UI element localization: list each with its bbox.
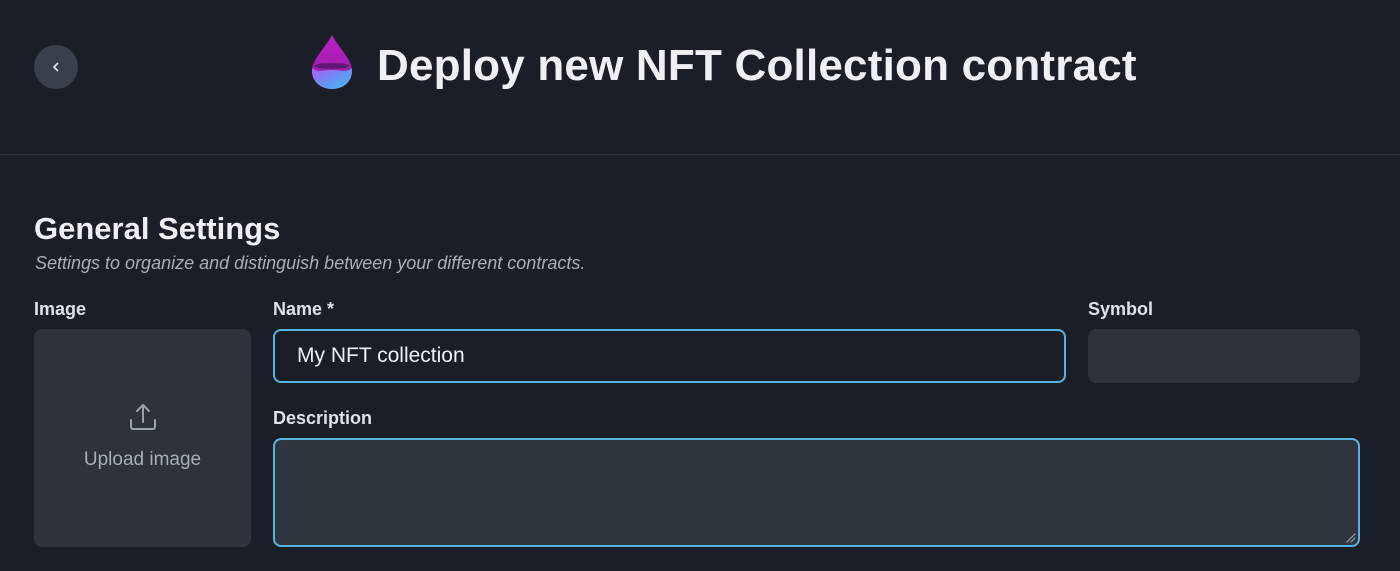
symbol-label: Symbol: [1088, 299, 1154, 319]
description-label: Description: [273, 408, 373, 428]
name-input[interactable]: [273, 329, 1066, 383]
back-button[interactable]: [34, 45, 78, 89]
nft-drop-logo-icon: [312, 35, 352, 89]
page-title: Deploy new NFT Collection contract: [377, 41, 1137, 90]
upload-image-text: Upload image: [83, 449, 202, 470]
chevron-left-icon: [53, 62, 59, 72]
description-textarea[interactable]: [273, 438, 1360, 547]
page-header: Deploy new NFT Collection contract: [0, 0, 1400, 155]
symbol-input[interactable]: [1088, 329, 1360, 383]
resize-grip-icon[interactable]: [1344, 531, 1356, 543]
deploy-contract-page: Deploy new NFT Collection contract Gener…: [0, 0, 1400, 571]
section-subtitle: Settings to organize and distinguish bet…: [35, 253, 586, 273]
image-label: Image: [34, 299, 87, 319]
name-label: Name *: [273, 299, 335, 319]
upload-icon: [130, 404, 156, 430]
image-upload-dropzone[interactable]: Upload image: [34, 329, 251, 547]
section-title: General Settings: [34, 211, 281, 246]
